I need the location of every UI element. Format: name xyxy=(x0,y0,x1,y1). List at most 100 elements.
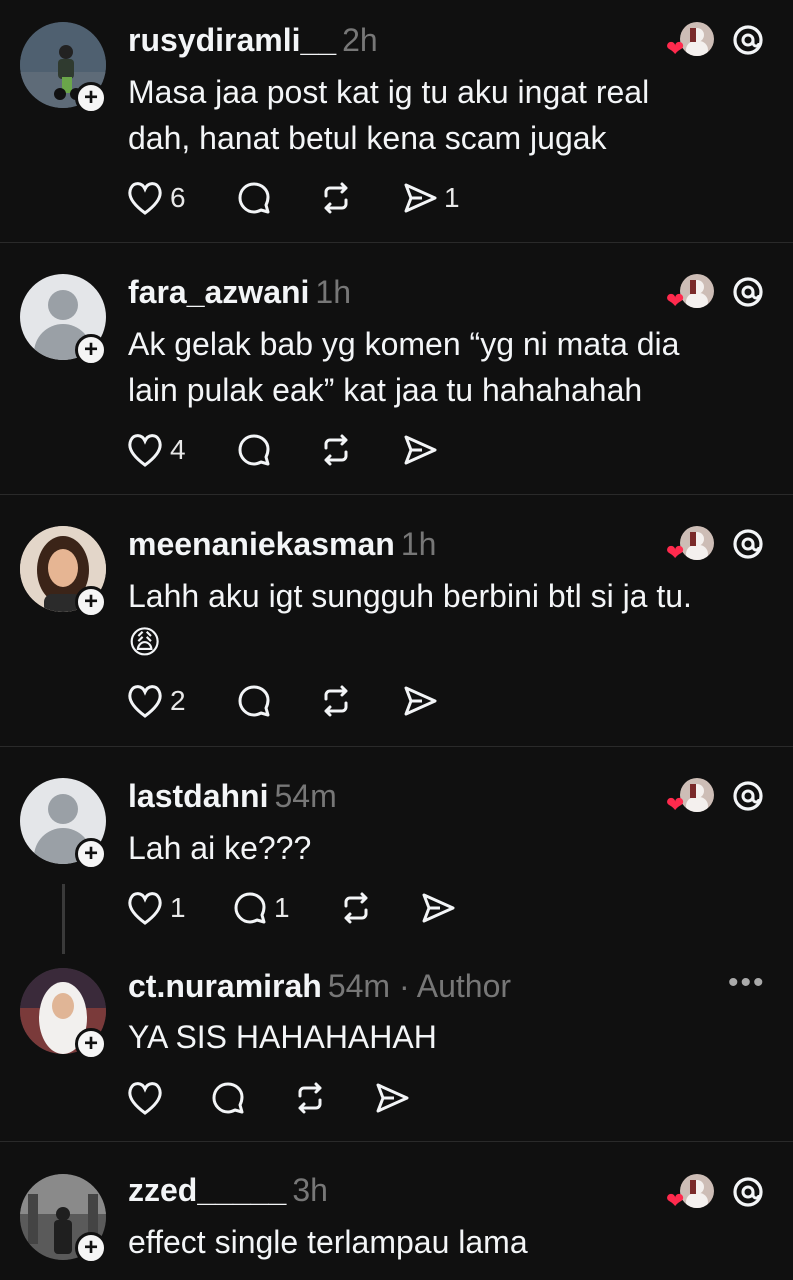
like-button[interactable]: 2 xyxy=(126,681,186,721)
post-badges: ❤ xyxy=(666,526,778,566)
like-count: 1 xyxy=(170,892,186,923)
comment-icon xyxy=(238,685,270,717)
heart-icon xyxy=(128,434,162,467)
post-text-line: Lah ai ke??? xyxy=(128,830,312,866)
comment-icon xyxy=(238,182,270,214)
threads-icon[interactable] xyxy=(730,1174,766,1215)
timestamp: 54m xyxy=(327,968,391,1004)
username[interactable]: fara_azwani xyxy=(128,274,309,310)
author-tag: · Author xyxy=(398,968,512,1004)
repost-icon xyxy=(324,685,348,717)
repost-button[interactable] xyxy=(318,430,354,470)
threads-icon[interactable] xyxy=(730,526,766,567)
post-header: fara_azwani 1h xyxy=(128,274,351,311)
post-text-line: Lahh aku igt sungguh berbini btl si ja t… xyxy=(128,578,692,614)
heart-icon xyxy=(128,1082,162,1115)
liked-by-author-icon: ❤ xyxy=(666,22,714,60)
username[interactable]: meenaniekasman xyxy=(128,526,395,562)
post-header: ct.nuramirah 54m · Author xyxy=(128,968,511,1005)
like-count: 2 xyxy=(170,685,186,716)
liked-by-author-icon: ❤ xyxy=(666,778,714,816)
post-header: zzed_____ 3h xyxy=(128,1172,328,1209)
share-count: 1 xyxy=(444,182,460,213)
post-header: meenaniekasman 1h xyxy=(128,526,436,563)
share-button[interactable] xyxy=(402,681,438,721)
liked-by-author-icon: ❤ xyxy=(666,1174,714,1212)
follow-plus-icon[interactable]: + xyxy=(75,838,107,870)
share-button[interactable] xyxy=(374,1078,410,1118)
repost-button[interactable] xyxy=(318,178,354,218)
post-text-line: YA SIS HAHAHAHAH xyxy=(128,1019,437,1055)
post-text-line: effect single terlampau lama xyxy=(128,1224,528,1260)
divider xyxy=(0,746,793,747)
threads-icon[interactable] xyxy=(730,22,766,63)
post-header: lastdahni 54m xyxy=(128,778,337,815)
comment-button[interactable]: 1 xyxy=(232,888,290,928)
comment-button[interactable] xyxy=(236,430,272,470)
post-header: rusydiramli__ 2h xyxy=(128,22,378,59)
post-text: Ak gelak bab yg komen “yg ni mata dia la… xyxy=(128,321,748,413)
comment-icon xyxy=(234,892,266,924)
username[interactable]: zzed_____ xyxy=(128,1172,286,1208)
divider xyxy=(0,494,793,495)
heart-icon xyxy=(128,182,162,215)
post-text-line: dah, hanat betul kena scam jugak xyxy=(128,120,607,156)
share-button[interactable] xyxy=(420,888,456,928)
share-icon xyxy=(376,1083,409,1113)
like-button[interactable] xyxy=(126,1078,164,1118)
threads-icon[interactable] xyxy=(730,274,766,315)
username[interactable]: ct.nuramirah xyxy=(128,968,322,1004)
repost-icon xyxy=(324,434,348,466)
username[interactable]: lastdahni xyxy=(128,778,268,814)
post-badges: ❤ xyxy=(666,274,778,314)
divider xyxy=(0,1141,793,1142)
post-badges: ❤ xyxy=(666,22,778,62)
share-icon xyxy=(404,183,437,213)
liked-by-author-icon: ❤ xyxy=(666,274,714,312)
follow-plus-icon[interactable]: + xyxy=(75,1028,107,1060)
repost-button[interactable] xyxy=(292,1078,328,1118)
repost-button[interactable] xyxy=(318,681,354,721)
share-icon xyxy=(404,686,437,716)
thread-connector-line xyxy=(62,884,65,954)
post-text-line: Masa jaa post kat ig tu aku ingat real xyxy=(128,74,650,110)
more-options-icon[interactable]: ••• xyxy=(728,966,766,1000)
share-icon xyxy=(422,893,455,923)
follow-plus-icon[interactable]: + xyxy=(75,1232,107,1264)
follow-plus-icon[interactable]: + xyxy=(75,334,107,366)
comment-icon xyxy=(212,1082,244,1114)
post-text-line: Ak gelak bab yg komen “yg ni mata dia xyxy=(128,326,680,362)
comment-button[interactable] xyxy=(236,681,272,721)
follow-plus-icon[interactable]: + xyxy=(75,82,107,114)
divider xyxy=(0,242,793,243)
timestamp: 54m xyxy=(274,778,337,814)
heart-icon xyxy=(128,685,162,718)
threads-icon[interactable] xyxy=(730,778,766,819)
liked-by-author-icon: ❤ xyxy=(666,526,714,564)
post-text: effect single terlampau lama xyxy=(128,1219,748,1265)
comment-button[interactable] xyxy=(210,1078,246,1118)
post-text-line: lain pulak eak” kat jaa tu hahahahah xyxy=(128,372,643,408)
comment-icon xyxy=(238,434,270,466)
post-text: Masa jaa post kat ig tu aku ingat real d… xyxy=(128,69,748,161)
post-text: Lahh aku igt sungguh berbini btl si ja t… xyxy=(128,573,748,665)
like-button[interactable]: 4 xyxy=(126,430,186,470)
timestamp: 1h xyxy=(400,526,437,562)
username[interactable]: rusydiramli__ xyxy=(128,22,336,58)
follow-plus-icon[interactable]: + xyxy=(75,586,107,618)
repost-button[interactable] xyxy=(338,888,374,928)
share-icon xyxy=(404,435,437,465)
timestamp: 3h xyxy=(292,1172,328,1208)
share-button[interactable]: 1 xyxy=(402,178,460,218)
reply-count: 1 xyxy=(274,892,290,923)
like-button[interactable]: 1 xyxy=(126,888,186,928)
post-text: Lah ai ke??? xyxy=(128,825,748,871)
heart-icon xyxy=(128,892,162,925)
like-count: 6 xyxy=(170,182,186,213)
share-button[interactable] xyxy=(402,430,438,470)
comment-button[interactable] xyxy=(236,178,272,218)
post-text: YA SIS HAHAHAHAH xyxy=(128,1014,748,1060)
post-badges: ❤ xyxy=(666,1174,778,1214)
like-button[interactable]: 6 xyxy=(126,178,186,218)
repost-icon xyxy=(344,892,368,924)
